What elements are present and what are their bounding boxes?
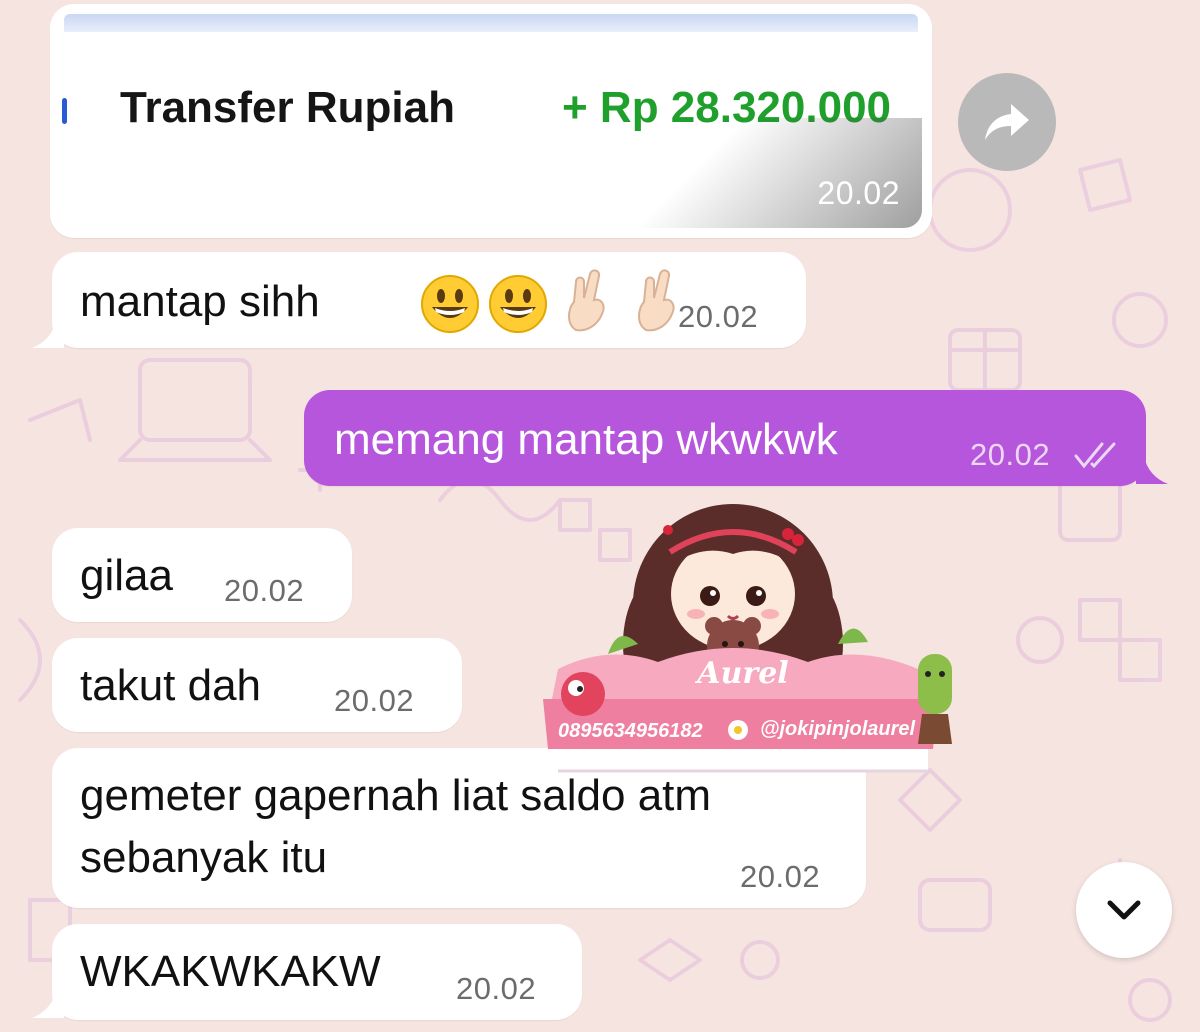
message-time: 20.02 — [970, 437, 1051, 472]
grinning-face-icon — [420, 274, 480, 347]
transfer-time: 20.02 — [817, 174, 900, 211]
watermark-name: Aurel — [697, 656, 789, 691]
scroll-down-button[interactable] — [1076, 862, 1172, 958]
transfer-card-top-strip — [64, 14, 918, 32]
transfer-image-message[interactable]: Transfer Rupiah + Rp 28.320.000 20.02 — [50, 4, 932, 238]
transfer-title: Transfer Rupiah — [120, 83, 455, 132]
crossed-fingers-icon — [632, 268, 680, 347]
message-text: memang mantap wkwkwk — [334, 415, 838, 464]
message-time: 20.02 — [334, 683, 415, 718]
message-time: 20.02 — [678, 299, 759, 334]
forward-arrow-icon — [985, 104, 1029, 140]
transfer-card-edge-mark — [62, 98, 67, 124]
message-text-line-2: sebanyak itu — [80, 833, 328, 882]
forward-button[interactable] — [958, 73, 1056, 171]
incoming-message-5[interactable]: WKAKWKAKW 20.02 — [52, 924, 582, 1020]
bubble-tail — [1136, 456, 1168, 484]
watermark-phone: 0895634956182 — [558, 720, 703, 742]
grinning-face-icon — [488, 274, 548, 347]
incoming-message-2[interactable]: gilaa 20.02 — [52, 528, 352, 622]
message-time: 20.02 — [224, 573, 305, 608]
bubble-tail — [32, 320, 64, 348]
outgoing-message-1[interactable]: memang mantap wkwkwk 20.02 — [304, 390, 1146, 486]
message-text: takut dah — [80, 661, 262, 710]
crossed-fingers-icon — [562, 268, 610, 347]
watermark-sticker: Aurel 0895634956182 @jokipinjolaurel — [488, 494, 998, 784]
message-time: 20.02 — [740, 859, 821, 894]
double-check-icon — [1074, 442, 1116, 469]
message-text: mantap sihh — [80, 277, 320, 326]
watermark-handle: @jokipinjolaurel — [760, 718, 916, 740]
incoming-message-1[interactable]: mantap sihh 20.02 — [52, 252, 806, 348]
chevron-down-icon — [1107, 900, 1141, 920]
message-text: gilaa — [80, 551, 173, 600]
incoming-message-3[interactable]: takut dah 20.02 — [52, 638, 462, 732]
message-time: 20.02 — [456, 971, 537, 1006]
message-text: WKAKWKAKW — [80, 947, 381, 996]
bubble-tail — [32, 990, 64, 1018]
